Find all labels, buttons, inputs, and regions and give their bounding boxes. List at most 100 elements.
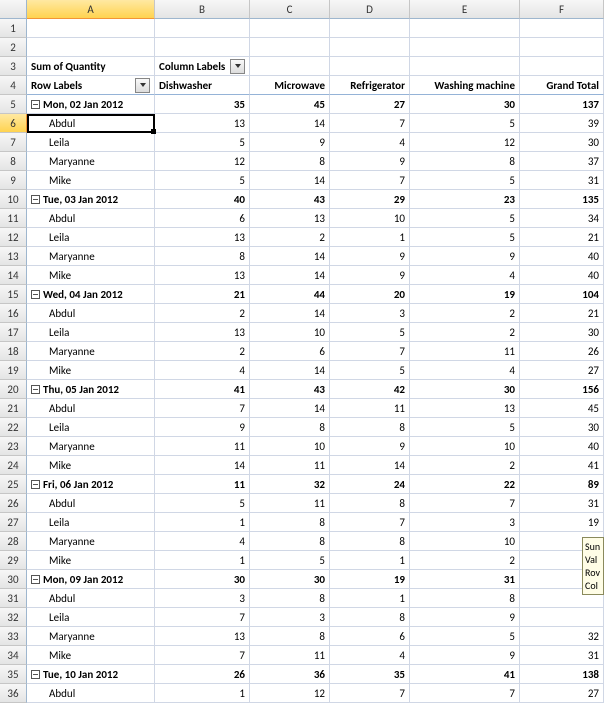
group-value[interactable]: 30 (155, 570, 250, 589)
item-value[interactable]: 7 (155, 646, 250, 665)
row-header[interactable]: 4 (0, 76, 27, 95)
item-total[interactable]: 30 (520, 133, 604, 152)
group-total[interactable]: 104 (520, 285, 604, 304)
pivot-sum-label[interactable]: Sum of Quantity (27, 57, 155, 76)
group-total[interactable]: 135 (520, 190, 604, 209)
item-total[interactable]: 30 (520, 418, 604, 437)
item-value[interactable]: 8 (250, 532, 330, 551)
group-value[interactable]: 44 (250, 285, 330, 304)
item-value[interactable]: 5 (410, 228, 520, 247)
item-value[interactable]: 13 (155, 627, 250, 646)
item-row-label[interactable]: Mike (27, 361, 155, 380)
collapse-icon[interactable] (31, 385, 40, 394)
item-total[interactable]: 41 (520, 456, 604, 475)
pivot-col-header[interactable]: Dishwasher (155, 76, 250, 95)
item-value[interactable]: 8 (155, 247, 250, 266)
cell[interactable] (330, 57, 410, 76)
collapse-icon[interactable] (31, 195, 40, 204)
row-header[interactable]: 11 (0, 209, 27, 228)
item-value[interactable]: 7 (330, 114, 410, 133)
item-value[interactable]: 8 (410, 589, 520, 608)
group-value[interactable]: 19 (410, 285, 520, 304)
group-value[interactable]: 24 (330, 475, 410, 494)
item-value[interactable]: 7 (330, 684, 410, 703)
item-value[interactable]: 8 (330, 532, 410, 551)
item-total[interactable]: 31 (520, 171, 604, 190)
item-value[interactable]: 10 (330, 209, 410, 228)
item-value[interactable]: 5 (155, 171, 250, 190)
cell[interactable] (410, 57, 520, 76)
item-value[interactable]: 13 (410, 399, 520, 418)
item-total[interactable]: 39 (520, 114, 604, 133)
item-value[interactable]: 14 (250, 399, 330, 418)
pivot-col-header[interactable]: Washing machine (410, 76, 520, 95)
item-value[interactable]: 12 (410, 133, 520, 152)
item-row-label[interactable]: Leila (27, 228, 155, 247)
item-value[interactable]: 13 (155, 228, 250, 247)
item-value[interactable]: 9 (155, 418, 250, 437)
item-value[interactable]: 13 (155, 114, 250, 133)
row-header[interactable]: 3 (0, 57, 27, 76)
item-total[interactable]: 19 (520, 513, 604, 532)
collapse-icon[interactable] (31, 100, 40, 109)
group-value[interactable]: 19 (330, 570, 410, 589)
item-row-label[interactable]: Leila (27, 323, 155, 342)
item-value[interactable]: 8 (330, 494, 410, 513)
row-header[interactable]: 16 (0, 304, 27, 323)
item-value[interactable]: 5 (410, 418, 520, 437)
row-header[interactable]: 9 (0, 171, 27, 190)
item-value[interactable]: 5 (330, 361, 410, 380)
item-value[interactable]: 11 (330, 399, 410, 418)
item-total[interactable]: 40 (520, 247, 604, 266)
item-row-label[interactable]: Leila (27, 418, 155, 437)
group-total[interactable]: 89 (520, 475, 604, 494)
item-value[interactable]: 5 (250, 551, 330, 570)
item-value[interactable]: 1 (155, 551, 250, 570)
item-row-label[interactable]: Maryanne (27, 342, 155, 361)
group-total[interactable]: 137 (520, 95, 604, 114)
item-row-label[interactable]: Leila (27, 513, 155, 532)
column-header-D[interactable]: D (330, 0, 410, 19)
row-header[interactable]: 14 (0, 266, 27, 285)
row-header[interactable]: 20 (0, 380, 27, 399)
item-value[interactable]: 9 (410, 608, 520, 627)
item-value[interactable]: 14 (250, 361, 330, 380)
cell[interactable] (27, 38, 155, 57)
item-value[interactable]: 4 (330, 133, 410, 152)
item-value[interactable]: 14 (250, 247, 330, 266)
item-value[interactable]: 2 (410, 551, 520, 570)
item-value[interactable]: 11 (250, 456, 330, 475)
item-value[interactable]: 5 (155, 133, 250, 152)
item-value[interactable]: 8 (410, 152, 520, 171)
item-value[interactable]: 14 (155, 456, 250, 475)
item-value[interactable]: 14 (250, 171, 330, 190)
item-value[interactable]: 8 (250, 627, 330, 646)
item-value[interactable]: 1 (155, 513, 250, 532)
row-header[interactable]: 5 (0, 95, 27, 114)
row-header[interactable]: 34 (0, 646, 27, 665)
item-value[interactable]: 4 (155, 361, 250, 380)
item-value[interactable]: 10 (410, 532, 520, 551)
pivot-column-labels[interactable]: Column Labels (155, 57, 250, 76)
item-value[interactable]: 10 (250, 323, 330, 342)
row-header[interactable]: 18 (0, 342, 27, 361)
row-header[interactable]: 31 (0, 589, 27, 608)
item-total[interactable]: 26 (520, 342, 604, 361)
cell[interactable] (250, 57, 330, 76)
item-total[interactable]: 40 (520, 266, 604, 285)
row-header[interactable]: 12 (0, 228, 27, 247)
group-value[interactable]: 30 (410, 380, 520, 399)
row-header[interactable]: 6 (0, 114, 27, 133)
group-value[interactable]: 42 (330, 380, 410, 399)
item-total[interactable]: 27 (520, 361, 604, 380)
item-value[interactable]: 2 (155, 304, 250, 323)
column-header-B[interactable]: B (155, 0, 250, 19)
select-all-corner[interactable] (0, 0, 27, 19)
item-value[interactable]: 9 (410, 646, 520, 665)
item-value[interactable]: 14 (250, 266, 330, 285)
item-total[interactable]: 27 (520, 684, 604, 703)
item-value[interactable]: 12 (250, 684, 330, 703)
item-value[interactable]: 9 (330, 152, 410, 171)
cell[interactable] (520, 19, 604, 38)
item-total[interactable]: 40 (520, 437, 604, 456)
